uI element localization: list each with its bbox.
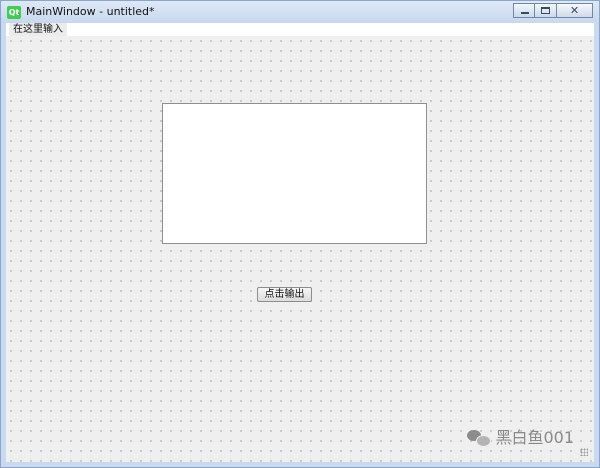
wechat-icon xyxy=(467,429,492,447)
menu-item-type-here[interactable]: 在这里输入 xyxy=(9,23,67,36)
maximize-button[interactable] xyxy=(535,3,557,18)
wechat-bubble-small xyxy=(476,435,492,447)
minimize-icon xyxy=(521,12,529,14)
qt-logo-icon: Qt xyxy=(7,6,21,19)
watermark: 黑白鱼001 xyxy=(467,428,574,448)
maximize-icon xyxy=(541,7,550,14)
form-canvas: 点击输出 黑白鱼001 xyxy=(6,36,594,462)
window-controls: ✕ xyxy=(513,3,593,18)
main-window: Qt MainWindow - untitled* ✕ 在这里输入 点击输出 黑… xyxy=(0,0,600,468)
minimize-button[interactable] xyxy=(513,3,535,18)
watermark-text: 黑白鱼001 xyxy=(495,428,574,447)
output-button[interactable]: 点击输出 xyxy=(257,287,312,302)
resize-grip[interactable] xyxy=(580,448,588,456)
title-bar[interactable]: Qt MainWindow - untitled* ✕ xyxy=(1,1,599,23)
close-icon: ✕ xyxy=(569,4,580,17)
window-title: MainWindow - untitled* xyxy=(26,5,155,18)
close-button[interactable]: ✕ xyxy=(557,3,593,18)
text-browser[interactable] xyxy=(162,103,427,244)
menu-bar: 在这里输入 xyxy=(6,23,594,36)
